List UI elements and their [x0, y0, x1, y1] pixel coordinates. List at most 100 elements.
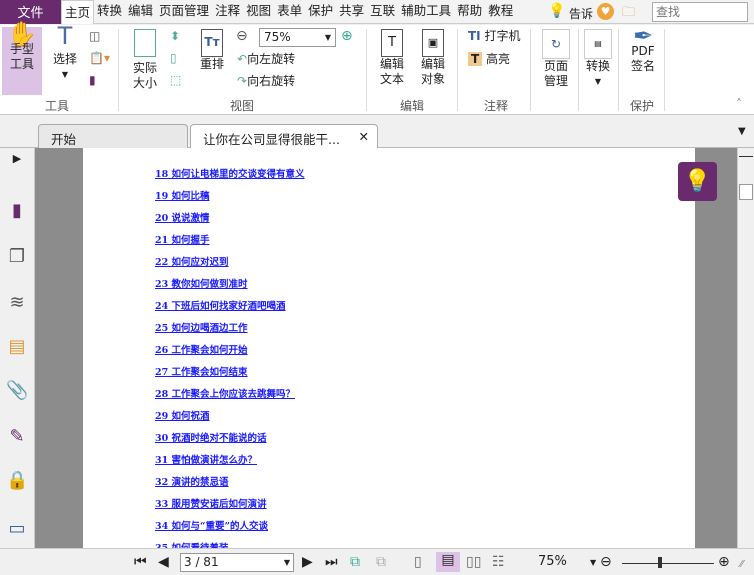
menu-item[interactable]: 转换 [94, 0, 125, 24]
bookmark-icon[interactable]: ▮ [6, 200, 28, 222]
facing-page-icon[interactable]: ▯▯ [466, 554, 481, 570]
menu-item[interactable]: 辅助工具 [398, 0, 454, 24]
edit-text-icon: T [381, 29, 403, 57]
toc-link[interactable]: 25 如何边喝酒边工作 [155, 320, 248, 334]
hand-icon: ✋ [7, 20, 37, 48]
toc-link[interactable]: 18 如何让电梯里的交谈变得有意义 [155, 166, 305, 180]
select-button[interactable]: T 选择 ▼ [48, 24, 82, 82]
zoom-slider[interactable] [622, 563, 714, 564]
menu-item[interactable]: 主页 [61, 0, 95, 24]
toc-link[interactable]: 21 如何握手 [155, 232, 210, 246]
tab-start[interactable]: 开始 [38, 124, 188, 148]
previous-view-icon[interactable]: ⧉ [350, 554, 360, 570]
menu-item[interactable]: 保护 [305, 0, 336, 24]
zoom-out-icon[interactable]: ⊖ [600, 554, 612, 570]
hand-tool-button[interactable]: ✋ 手型 工具 [2, 20, 42, 95]
zoom-out-icon[interactable]: ⊖ [236, 29, 248, 44]
toc-link[interactable]: 32 演讲的禁忌语 [155, 474, 229, 488]
continuous-page-icon[interactable]: ▤ [436, 552, 460, 572]
rotate-left-button[interactable]: ↶向左旋转 [237, 52, 295, 67]
first-page-icon[interactable]: ⏮ [134, 554, 147, 570]
pdf-sign-button[interactable]: ✒ PDF 签名 [626, 24, 660, 74]
toc-link[interactable]: 34 如何与“重要”的人交谈 [155, 518, 268, 532]
collapse-ribbon-icon[interactable]: ˄ [736, 97, 742, 111]
lightbulb-icon: 💡 [548, 3, 566, 19]
scroll-thumb[interactable] [739, 184, 753, 200]
menu-bar: 文件 主页 转换 编辑 页面管理 注释 视图 表单 保护 共享 互联 辅助工具 帮助 教程 💡 告诉 ♥… [0, 0, 754, 24]
prev-page-icon[interactable]: ◀ [158, 554, 169, 570]
last-page-icon[interactable]: ⏭ [325, 554, 338, 570]
menu-item[interactable]: 教程 [485, 0, 516, 24]
menu-item[interactable]: 表单 [274, 0, 305, 24]
toc-link[interactable]: 33 服用赞安诺后如何演讲 [155, 496, 267, 510]
menu-item[interactable]: 帮助 [454, 0, 485, 24]
lock-icon[interactable]: 🔒 [6, 470, 28, 492]
snapshot-icon[interactable]: ◫ [89, 29, 100, 44]
zoom-select[interactable]: 75% ▼ [259, 28, 336, 47]
toc-link[interactable]: 19 如何比稿 [155, 188, 210, 202]
attachment-icon[interactable]: 📎 [6, 380, 28, 402]
pages-icon[interactable]: ❐ [6, 246, 28, 268]
menu-item[interactable]: 共享 [336, 0, 367, 24]
fit-page-icon[interactable]: ⬍ [170, 29, 180, 44]
menu-item[interactable]: 视图 [243, 0, 274, 24]
convert-button[interactable]: ▤ 转换 ▼ [583, 29, 613, 89]
close-icon[interactable]: ✕ [359, 129, 369, 144]
page-number-input[interactable]: 3 / 81 ▼ [180, 553, 294, 572]
layers-icon[interactable]: ≋ [6, 292, 28, 314]
search-input[interactable] [652, 2, 748, 22]
bookmark-page-icon[interactable]: ▮ [89, 73, 96, 88]
actual-size-button[interactable]: 实际 大小 [128, 29, 162, 91]
tab-document[interactable]: 让你在公司显得很能干... ✕ [190, 124, 378, 148]
tab-list-icon[interactable]: ▼ [738, 126, 746, 137]
page-icon [134, 29, 156, 57]
clipboard-icon[interactable]: 📋▾ [89, 51, 110, 66]
typewriter-icon: TI [468, 29, 481, 43]
next-page-icon[interactable]: ▶ [302, 554, 313, 570]
rotate-left-icon: ↶ [237, 52, 248, 66]
lightbulb-button[interactable]: 💡 [678, 162, 717, 201]
toc-link[interactable]: 20 说说激情 [155, 210, 210, 224]
resize-grip-icon: ⁄⁄ [740, 559, 744, 570]
comments-icon[interactable]: ▤ [6, 336, 28, 358]
rotate-right-icon: ↷ [237, 74, 248, 88]
signature-icon[interactable]: ✎ [6, 426, 28, 448]
toc-link[interactable]: 29 如何祝酒 [155, 408, 210, 422]
toc-link[interactable]: 31 害怕做演讲怎么办？ [155, 452, 257, 466]
reflow-button[interactable]: Tт 重排 [197, 29, 227, 72]
fit-width-icon[interactable]: ▯ [170, 51, 177, 66]
toc-link[interactable]: 30 祝酒时绝对不能说的话 [155, 430, 267, 444]
rotate-right-button[interactable]: ↷向右旋转 [237, 74, 295, 89]
continuous-facing-icon[interactable]: ☷ [492, 554, 505, 570]
tab-bar: 开始 让你在公司显得很能干... ✕ ▼ [0, 116, 754, 148]
expand-panel-icon[interactable]: ▶ [6, 152, 28, 174]
toc-link[interactable]: 26 工作聚会如何开始 [155, 342, 248, 356]
zoom-in-icon[interactable]: ⊕ [718, 554, 730, 570]
vertical-scrollbar[interactable] [737, 148, 754, 548]
page-manage-button[interactable]: ↻ 页面 管理 [538, 29, 574, 89]
toc-link[interactable]: 23 教你如何做到准时 [155, 276, 248, 290]
tell-me[interactable]: 告诉 [569, 5, 593, 22]
reflow-icon: Tт [201, 29, 223, 57]
zoom-in-icon[interactable]: ⊕ [341, 29, 353, 44]
toc-link[interactable]: 24 下班后如何找家好酒吧喝酒 [155, 298, 286, 312]
edit-object-button[interactable]: ▣ 编辑 对象 [414, 29, 452, 87]
zoom-level[interactable]: 75% [538, 554, 567, 569]
toc-link[interactable]: 28 工作聚会上你应该去跳舞吗？ [155, 386, 295, 400]
single-page-icon[interactable]: ▯ [414, 554, 422, 570]
toc-link[interactable]: 27 工作聚会如何结束 [155, 364, 248, 378]
zoom-dropdown-icon[interactable]: ▼ [590, 558, 596, 567]
next-view-icon[interactable]: ⧉ [376, 554, 386, 570]
typewriter-button[interactable]: TI 打字机 [468, 29, 521, 44]
menu-item[interactable]: 注释 [212, 0, 243, 24]
highlight-button[interactable]: T 高亮 [468, 52, 510, 67]
zoom-slider-thumb[interactable] [658, 557, 662, 568]
form-icon[interactable]: ▭ [6, 518, 28, 540]
edit-text-button[interactable]: T 编辑 文本 [376, 29, 408, 87]
fit-visible-icon[interactable]: ⬚ [170, 73, 181, 88]
menu-item[interactable]: 互联 [367, 0, 398, 24]
heart-icon[interactable]: ♥ [597, 3, 614, 20]
menu-item[interactable]: 编辑 [125, 0, 156, 24]
menu-item[interactable]: 页面管理 [156, 0, 212, 24]
toc-link[interactable]: 22 如何应对迟到 [155, 254, 229, 268]
